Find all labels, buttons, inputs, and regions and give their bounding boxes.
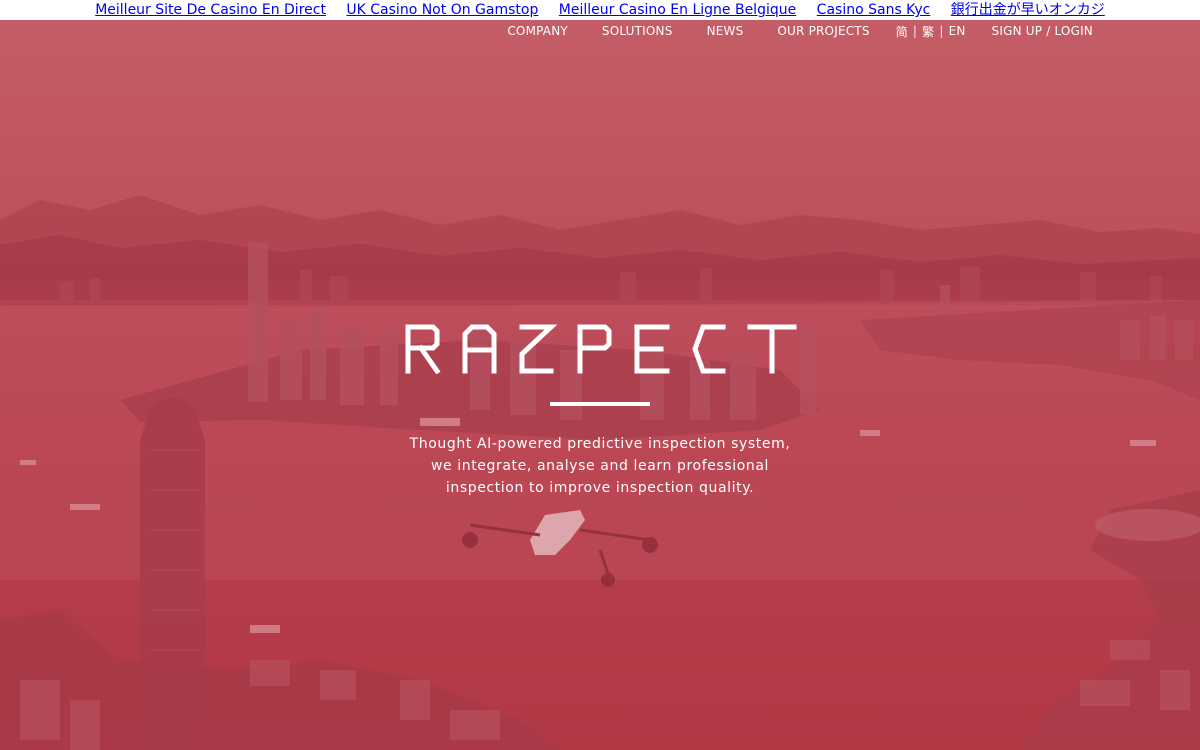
lang-traditional-chinese[interactable]: 繁 (922, 23, 934, 40)
raspect-logo (405, 324, 797, 375)
tagline-line-3: inspection to improve inspection quality… (445, 480, 755, 496)
raspect-wordmark-icon (405, 324, 797, 375)
hero-tagline: Thought AI-powered predictive inspection… (350, 433, 850, 499)
lang-separator: | (912, 24, 918, 38)
nav-item-company[interactable]: COMPANY (507, 24, 568, 38)
nav-item-news[interactable]: NEWS (707, 24, 744, 38)
lang-english[interactable]: EN (949, 24, 966, 38)
tagline-line-2: we integrate, analyse and learn professi… (430, 458, 770, 474)
sponsored-links-bar: Meilleur Site De Casino En Direct UK Cas… (0, 0, 1200, 20)
nav-item-solutions[interactable]: SOLUTIONS (602, 24, 673, 38)
logo-divider (550, 402, 650, 406)
main-navigation: COMPANY SOLUTIONS NEWS OUR PROJECTS 简 | … (507, 22, 1093, 40)
language-switcher: 简 | 繁 | EN (896, 23, 966, 40)
lang-separator: | (939, 24, 944, 38)
top-link-4[interactable]: Casino Sans Kyc (817, 2, 931, 18)
city-harbour-background (0, 195, 1200, 750)
lang-simplified-chinese[interactable]: 简 (896, 23, 908, 40)
hero-section: COMPANY SOLUTIONS NEWS OUR PROJECTS 简 | … (0, 20, 1200, 750)
signup-login-link[interactable]: SIGN UP / LOGIN (992, 24, 1093, 38)
tagline-line-1: Thought AI-powered predictive inspection… (409, 436, 791, 452)
top-link-5[interactable]: 銀行出金が早いオンカジ (951, 2, 1105, 18)
nav-item-our-projects[interactable]: OUR PROJECTS (777, 24, 869, 38)
top-link-3[interactable]: Meilleur Casino En Ligne Belgique (559, 2, 796, 18)
top-link-1[interactable]: Meilleur Site De Casino En Direct (95, 2, 326, 18)
top-link-2[interactable]: UK Casino Not On Gamstop (346, 2, 538, 18)
